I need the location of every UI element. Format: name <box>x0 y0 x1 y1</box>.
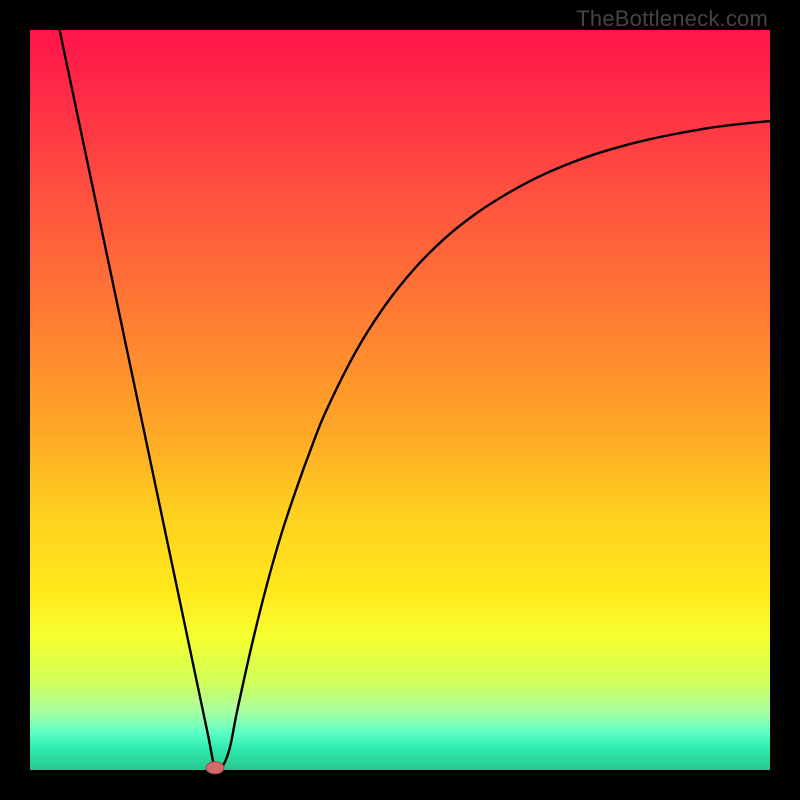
minimum-marker <box>206 762 224 774</box>
curve-layer <box>30 30 770 770</box>
watermark-text: TheBottleneck.com <box>576 6 768 32</box>
chart-frame: TheBottleneck.com <box>0 0 800 800</box>
bottleneck-curve <box>60 30 770 771</box>
plot-area <box>30 30 770 770</box>
